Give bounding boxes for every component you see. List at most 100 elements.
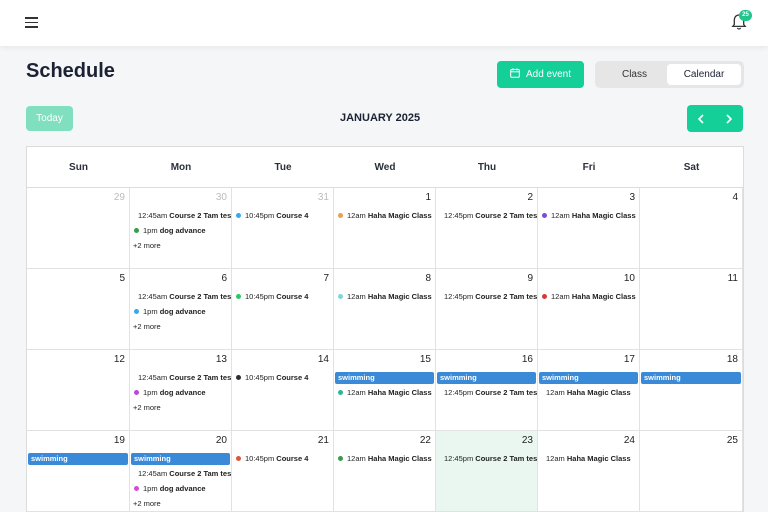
more-events-link[interactable]: +2 more	[133, 241, 161, 250]
day-number: 14	[317, 354, 329, 365]
event-color-dot	[338, 456, 343, 461]
day-cell[interactable]: 2 12:45pm Course 2 Tam test	[436, 188, 538, 269]
add-event-button[interactable]: Add event	[497, 61, 584, 88]
day-cell[interactable]: 22 12am Haha Magic Class	[334, 431, 436, 512]
calendar-event[interactable]: 10:45pm Course 4	[236, 210, 308, 221]
calendar-event[interactable]: 12am Haha Magic Class	[338, 453, 432, 464]
day-cell[interactable]: 20 swimming 12:45am Course 2 Tam test 1pm d…	[130, 431, 232, 512]
hamburger-menu-icon[interactable]	[25, 17, 38, 28]
calendar-event[interactable]: 1pm dog advance	[134, 483, 206, 494]
day-number: 22	[419, 435, 431, 446]
day-cell[interactable]: 11	[640, 269, 743, 350]
event-color-dot	[338, 294, 343, 299]
calendar-event[interactable]: 12am Haha Magic Class	[546, 453, 631, 464]
calendar-event[interactable]: 12am Haha Magic Class	[542, 291, 636, 302]
event-bar[interactable]: swimming	[28, 453, 128, 465]
calendar-event[interactable]: 1pm dog advance	[134, 225, 206, 236]
event-color-dot	[338, 213, 343, 218]
calendar-event[interactable]: 12am Haha Magic Class	[338, 387, 432, 398]
calendar-event[interactable]: 12:45am Course 2 Tam test	[138, 468, 232, 479]
day-cell[interactable]: 6 12:45am Course 2 Tam test 1pm dog advanc…	[130, 269, 232, 350]
calendar-event[interactable]: 1pm dog advance	[134, 306, 206, 317]
event-time: 12am	[347, 292, 366, 301]
day-cell[interactable]: 10 12am Haha Magic Class	[538, 269, 640, 350]
previous-month-button[interactable]	[687, 105, 715, 132]
day-cell[interactable]: 31 10:45pm Course 4	[232, 188, 334, 269]
event-title: Course 2 Tam test	[475, 454, 538, 463]
more-events-link[interactable]: +2 more	[133, 322, 161, 331]
event-time: 12am	[347, 454, 366, 463]
calendar-event[interactable]: 1pm dog advance	[134, 387, 206, 398]
calendar-event[interactable]: 12:45pm Course 2 Tam test	[444, 453, 538, 464]
day-cell[interactable]: 29	[27, 188, 130, 269]
calendar-event[interactable]: 12am Haha Magic Class	[546, 387, 631, 398]
calendar-event[interactable]: 12:45am Course 2 Tam test	[138, 291, 231, 302]
calendar-event[interactable]: 12:45am Course 2 Tam test	[138, 372, 231, 383]
event-time: 12am	[546, 454, 565, 463]
calendar-event[interactable]: 12:45am Course 2 Tam test	[138, 210, 231, 221]
calendar-event[interactable]: 12am Haha Magic Class	[338, 291, 432, 302]
day-cell[interactable]: 30 12:45am Course 2 Tam test 1pm dog advan…	[130, 188, 232, 269]
day-cell[interactable]: 24 12am Haha Magic Class	[538, 431, 640, 512]
calendar-event[interactable]: 10:45pm Course 4	[236, 453, 308, 464]
day-cell[interactable]: 4	[640, 188, 743, 269]
day-cell[interactable]: 25	[640, 431, 743, 512]
weekday-wed: Wed	[374, 162, 396, 173]
next-month-button[interactable]	[715, 105, 743, 132]
day-number: 21	[317, 435, 329, 446]
event-bar[interactable]: swimming	[437, 372, 536, 384]
day-cell[interactable]: 15 swimming 12am Haha Magic Class	[334, 350, 436, 431]
day-cell[interactable]: 8 12am Haha Magic Class	[334, 269, 436, 350]
event-title: Haha Magic Class	[367, 454, 432, 463]
event-time: 12:45pm	[444, 211, 474, 220]
day-cell[interactable]: 9 12:45pm Course 2 Tam test	[436, 269, 538, 350]
event-bar[interactable]: swimming	[539, 372, 638, 384]
event-title: Course 4	[276, 292, 309, 301]
day-number: 15	[419, 354, 431, 365]
event-title: Haha Magic Class	[566, 388, 631, 397]
day-number: 11	[727, 273, 738, 284]
weekday-header-row: Sun Mon Tue Wed Thu Fri Sat	[27, 147, 743, 188]
day-cell[interactable]: 18 swimming	[640, 350, 743, 431]
more-events-link[interactable]: +2 more	[133, 499, 161, 508]
day-cell[interactable]: 13 12:45am Course 2 Tam test 1pm dog advan…	[130, 350, 232, 431]
day-cell[interactable]: 5	[27, 269, 130, 350]
calendar-event[interactable]: 10:45pm Course 4	[236, 291, 308, 302]
day-cell[interactable]: 19 swimming	[27, 431, 130, 512]
calendar-event[interactable]: 12am Haha Magic Class	[542, 210, 636, 221]
calendar-event[interactable]: 12:45pm Course 2 Tam test	[444, 387, 537, 398]
view-toggle: Class Calendar	[595, 61, 744, 88]
event-bar[interactable]: swimming	[641, 372, 741, 384]
day-number: 8	[425, 273, 431, 284]
day-cell[interactable]: 14 10:45pm Course 4	[232, 350, 334, 431]
event-color-dot	[236, 213, 241, 218]
event-bar[interactable]: swimming	[335, 372, 434, 384]
day-cell[interactable]: 21 10:45pm Course 4	[232, 431, 334, 512]
calendar-event[interactable]: 10:45pm Course 4	[236, 372, 308, 383]
event-title: Course 2 Tam test	[169, 469, 232, 478]
class-view-tab[interactable]: Class	[598, 64, 671, 85]
event-title: Course 4	[276, 454, 309, 463]
day-cell[interactable]: 23 12:45pm Course 2 Tam test	[436, 431, 538, 512]
day-cell[interactable]: 3 12am Haha Magic Class	[538, 188, 640, 269]
day-cell[interactable]: 1 12am Haha Magic Class	[334, 188, 436, 269]
day-number: 1	[425, 192, 431, 203]
event-color-dot	[542, 294, 547, 299]
event-title: dog advance	[159, 484, 206, 493]
day-cell[interactable]: 12	[27, 350, 130, 431]
event-time: 1pm	[143, 484, 158, 493]
calendar-event[interactable]: 12:45pm Course 2 Tam test	[444, 291, 537, 302]
chevron-right-icon	[726, 113, 733, 124]
event-title: Haha Magic Class	[367, 388, 432, 397]
calendar-event[interactable]: 12am Haha Magic Class	[338, 210, 432, 221]
day-cell[interactable]: 17 swimming 12am Haha Magic Class	[538, 350, 640, 431]
day-cell[interactable]: 7 10:45pm Course 4	[232, 269, 334, 350]
event-bar[interactable]: swimming	[131, 453, 230, 465]
calendar-event[interactable]: 12:45pm Course 2 Tam test	[444, 210, 537, 221]
weekday-thu: Thu	[477, 162, 497, 173]
more-events-link[interactable]: +2 more	[133, 403, 161, 412]
day-cell[interactable]: 16 swimming 12:45pm Course 2 Tam test	[436, 350, 538, 431]
calendar-view-tab[interactable]: Calendar	[667, 64, 741, 85]
today-button[interactable]: Today	[26, 106, 73, 131]
event-time: 1pm	[143, 226, 158, 235]
